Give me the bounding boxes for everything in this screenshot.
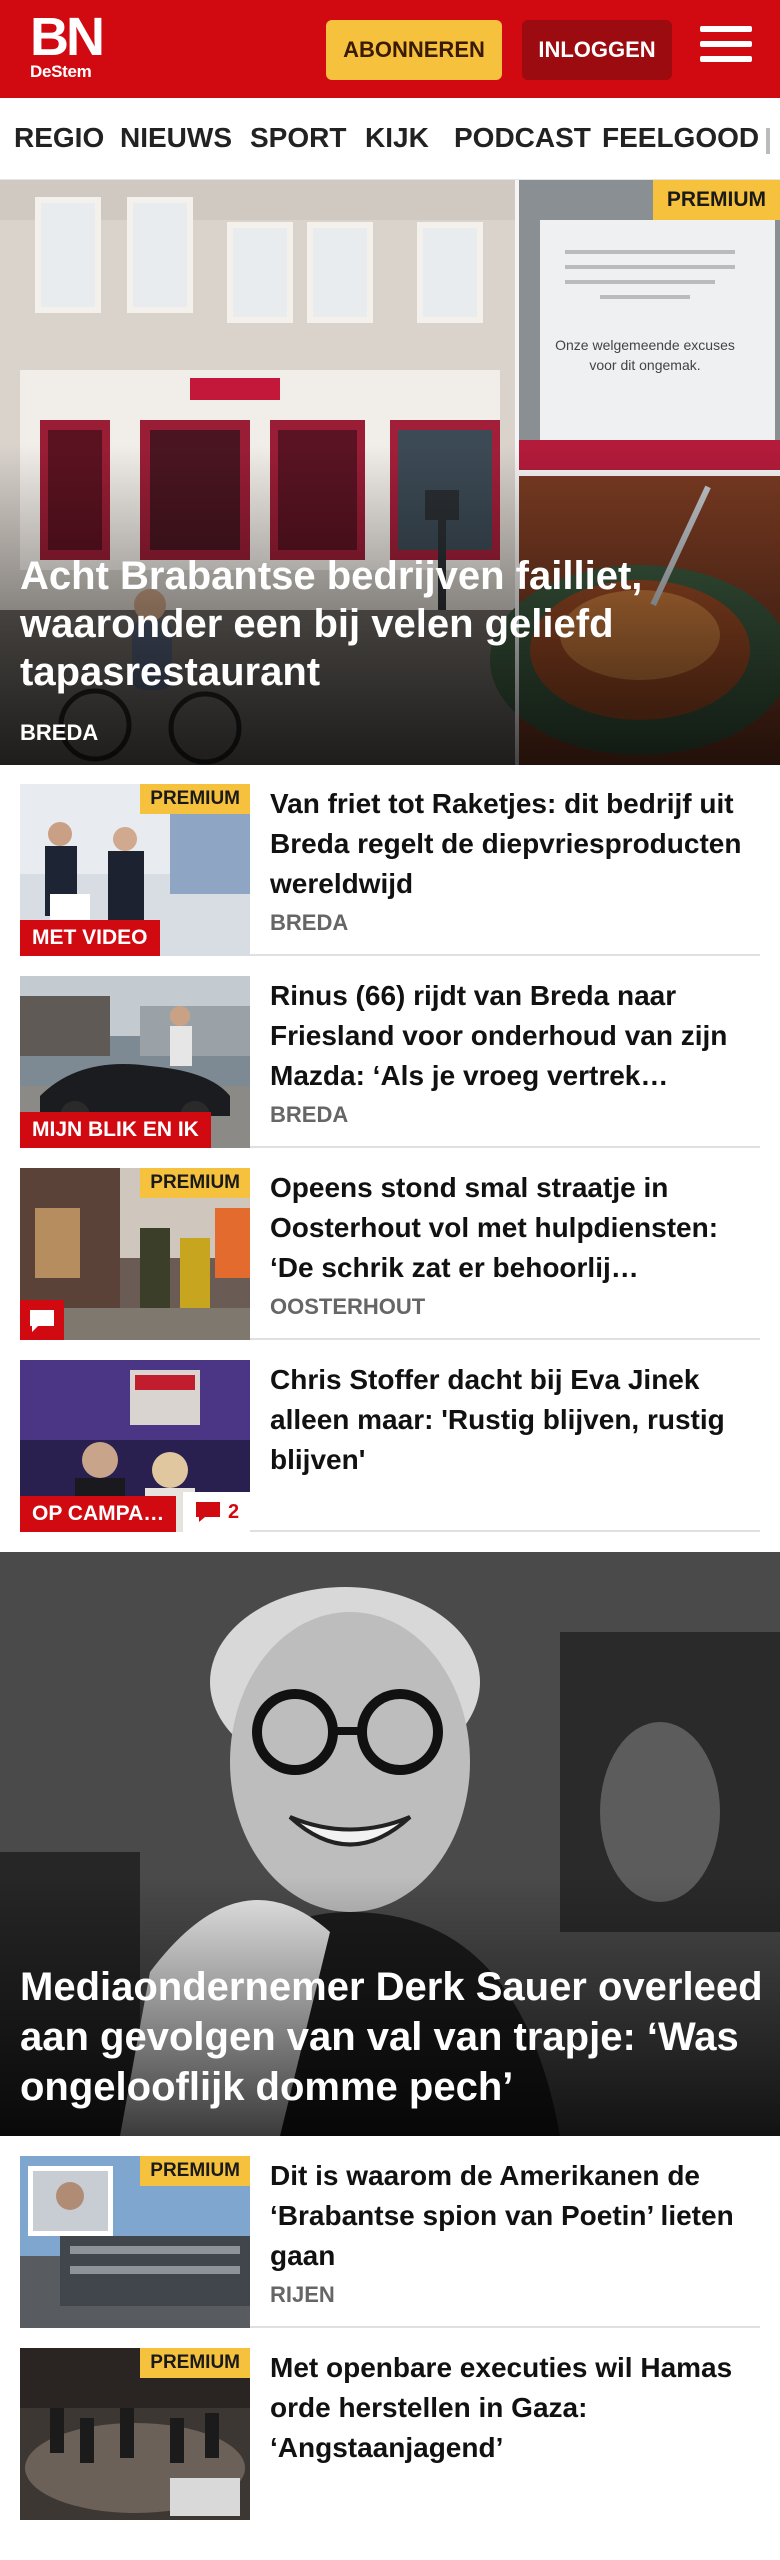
article-title[interactable]: Rinus (66) rijdt van Breda naar Frieslan… [270, 976, 750, 1098]
comment-icon [195, 1502, 220, 1522]
hamburger-menu-icon[interactable] [700, 26, 752, 72]
svg-text:voor dit ongemak.: voor dit ongemak. [589, 357, 700, 373]
article-location: RIJEN [270, 2282, 335, 2307]
list-item[interactable]: PREMIUM Met openbare executies wil Hamas… [20, 2348, 760, 2520]
nav-item-nieuws[interactable]: NIEUWS [120, 122, 232, 154]
article-thumbnail: MIJN BLIK EN IK [20, 976, 250, 1148]
article-location: BREDA [270, 910, 349, 935]
premium-badge: PREMIUM [140, 784, 250, 814]
nav-item-kijk[interactable]: KIJK [365, 122, 429, 154]
logo-sub: DeStem [30, 62, 92, 81]
nav-item-podcast[interactable]: PODCAST [454, 122, 591, 154]
series-tag: MIJN BLIK EN IK [20, 1112, 211, 1148]
site-header: BN DeStem ABONNEREN INLOGGEN [0, 0, 780, 98]
article-title[interactable]: Chris Stoffer dacht bij Eva Jinek alleen… [270, 1360, 750, 1482]
list-item[interactable]: PREMIUM MET VIDEO Van friet tot Raketjes… [20, 784, 760, 956]
article-location: OOSTERHOUT [270, 1294, 426, 1319]
hero-location: BREDA [20, 720, 99, 745]
bn-destem-logo[interactable]: BN DeStem [30, 7, 105, 82]
hero-article-derk-sauer[interactable]: Mediaondernemer Derk Sauer overleed aan … [0, 1552, 780, 2136]
article-title[interactable]: Van friet tot Raketjes: dit bedrijf uit … [270, 784, 750, 906]
hero-title[interactable]: Acht Brabantse bedrijven failliet, waaro… [20, 552, 720, 696]
comment-icon [30, 1310, 54, 1332]
list-item[interactable]: PREMIUM Opeens stond smal straatje in Oo… [20, 1168, 760, 1340]
section-nav: REGIO NIEUWS SPORT KIJK PODCAST FEELGOOD [0, 98, 780, 180]
hero-article-bankruptcies[interactable]: Onze welgemeende excuses voor dit ongema… [0, 180, 780, 765]
nav-item-regio[interactable]: REGIO [14, 122, 104, 154]
hero-title[interactable]: Mediaondernemer Derk Sauer overleed aan … [20, 1962, 780, 2112]
comment-count-value: 2 [227, 1500, 240, 1523]
article-title[interactable]: Met openbare executies wil Hamas orde he… [270, 2348, 750, 2470]
premium-badge: PREMIUM [140, 2156, 250, 2186]
subscribe-button[interactable]: ABONNEREN [326, 20, 502, 80]
login-button[interactable]: INLOGGEN [522, 20, 672, 80]
nav-item-sport[interactable]: SPORT [250, 122, 346, 154]
comment-tag [20, 1300, 64, 1340]
sign-text: Onze welgemeende excuses [555, 337, 735, 353]
nav-overflow-indicator [766, 128, 770, 154]
article-thumbnail: PREMIUM [20, 2156, 250, 2328]
article-title[interactable]: Dit is waarom de Amerikanen de ‘Brabants… [270, 2156, 750, 2278]
premium-badge: PREMIUM [652, 180, 780, 220]
article-location: BREDA [270, 1102, 349, 1127]
list-item[interactable]: PREMIUM Dit is waarom de Amerikanen de ‘… [20, 2156, 760, 2328]
article-thumbnail: OP CAMPA… 2 [20, 1360, 250, 1532]
nav-item-feelgood[interactable]: FEELGOOD [602, 122, 759, 154]
logo-main: BN [30, 7, 105, 67]
list-item[interactable]: OP CAMPA… 2 Chris Stoffer dacht bij Eva … [20, 1360, 760, 1532]
article-thumbnail: PREMIUM [20, 1168, 250, 1340]
article-thumbnail: PREMIUM MET VIDEO [20, 784, 250, 956]
premium-badge: PREMIUM [140, 2348, 250, 2378]
article-title[interactable]: Opeens stond smal straatje in Oosterhout… [270, 1168, 750, 1290]
article-thumbnail: PREMIUM [20, 2348, 250, 2520]
campaign-tag: OP CAMPA… [20, 1496, 177, 1532]
video-tag: MET VIDEO [20, 920, 160, 956]
premium-badge: PREMIUM [140, 1168, 250, 1198]
list-item[interactable]: MIJN BLIK EN IK Rinus (66) rijdt van Bre… [20, 976, 760, 1148]
comment-count[interactable]: 2 [183, 1492, 250, 1532]
